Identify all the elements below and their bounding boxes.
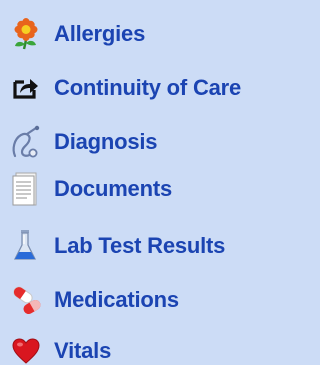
nav-item-lab-test-results[interactable]: Lab Test Results [10,226,265,266]
nav-item-label: Diagnosis [54,129,158,154]
nav-item-vitals[interactable]: Vitals [10,331,265,365]
nav-item-label: Documents [54,176,172,201]
flask-icon [10,230,42,262]
nav-item-diagnosis[interactable]: Diagnosis [10,122,265,162]
flower-icon [10,18,42,50]
nav-item-label: Continuity of Care [54,75,242,100]
stethoscope-icon [10,125,42,158]
document-icon [10,172,42,206]
export-icon [10,72,42,104]
nav-item-medications[interactable]: Medications [10,280,265,320]
nav-item-label: Allergies [54,21,146,46]
nav-item-documents[interactable]: Documents [10,169,265,209]
nav-item-label: Medications [54,287,179,312]
nav-item-allergies[interactable]: Allergies [10,14,265,54]
nav-item-label: Vitals [54,338,112,363]
pills-icon [10,284,42,316]
nav-item-continuity-of-care[interactable]: Continuity of Care [10,68,265,108]
heart-icon [10,335,42,365]
health-record-nav: Allergies Continuity of Care Diagnosis D… [0,0,267,365]
nav-item-label: Lab Test Results [54,233,226,258]
